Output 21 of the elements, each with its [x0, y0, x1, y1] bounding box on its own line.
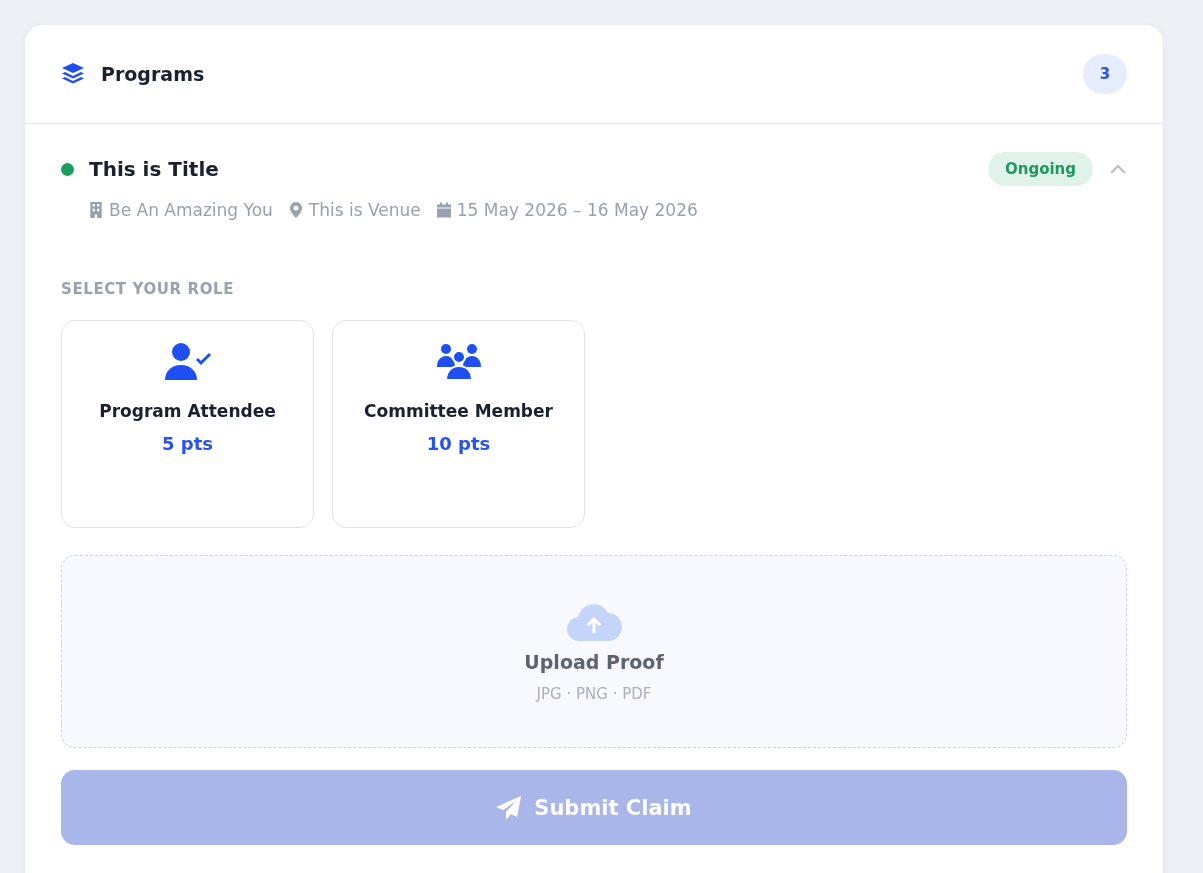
role-card[interactable]: Program Attendee 5 pts	[61, 320, 314, 528]
layers-icon	[61, 62, 85, 86]
panel-title: Programs	[101, 63, 206, 85]
section-label: SELECT YOUR ROLE	[61, 280, 236, 298]
building-icon	[89, 202, 103, 218]
upload-dropzone[interactable]: Upload Proof JPG · PNG · PDF	[61, 555, 1127, 748]
upload-title: Upload Proof	[524, 650, 664, 673]
upload-formats: JPG · PNG · PDF	[536, 684, 652, 703]
count-badge: 3	[1083, 54, 1127, 94]
users-icon	[434, 343, 483, 381]
map-pin-icon	[288, 202, 303, 218]
program-title: This is Title	[89, 157, 220, 181]
meta-text: This is Venue	[308, 200, 421, 220]
status-badge: Ongoing	[987, 152, 1093, 186]
meta-text: 15 May 2026 – 16 May 2026	[456, 200, 698, 220]
calendar-icon	[436, 202, 451, 218]
chevron-icon[interactable]	[1109, 163, 1127, 175]
user-check-icon	[163, 343, 212, 381]
paper-plane-icon	[496, 795, 523, 820]
meta-text: Be An Amazing You	[109, 200, 273, 220]
role-card[interactable]: Committee Member 10 pts	[332, 320, 585, 528]
